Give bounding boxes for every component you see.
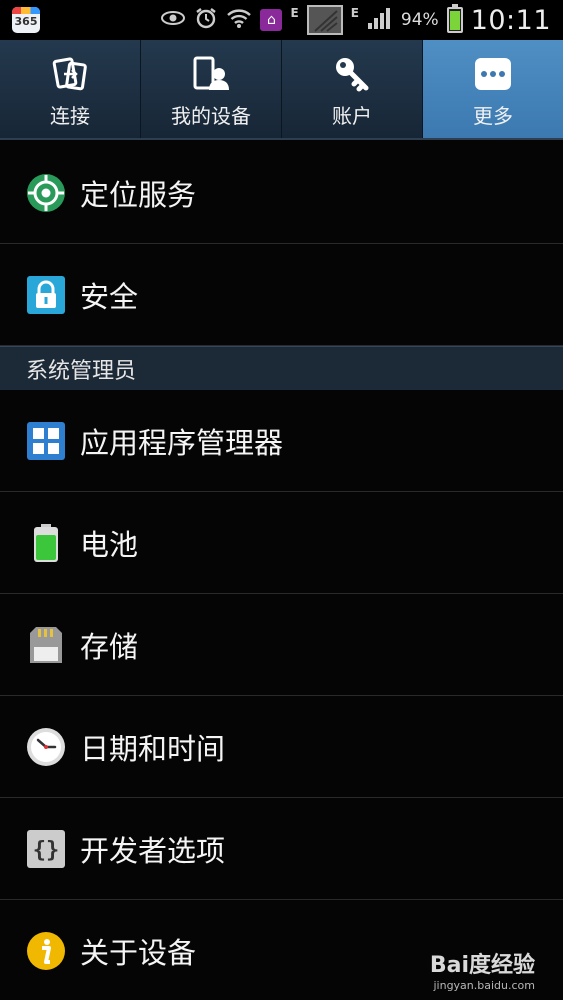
storage-label: 存储 bbox=[80, 629, 139, 664]
battery-percent: 94% bbox=[400, 10, 439, 30]
tab-account-label: 账户 bbox=[332, 104, 372, 128]
settings-tabs: 连接 我的设备 账户 更多 bbox=[0, 40, 563, 140]
clock-time: 10:11 bbox=[470, 4, 551, 36]
tab-more[interactable]: 更多 bbox=[423, 40, 563, 138]
settings-list: 定位服务 安全 系统管理员 应用程序管理器 电池 存储 日期和时间 {} 开发者… bbox=[0, 142, 563, 1000]
app-manager-label: 应用程序管理器 bbox=[80, 425, 284, 460]
developer-label: 开发者选项 bbox=[80, 833, 226, 868]
lock-icon bbox=[26, 275, 66, 315]
wifi-icon bbox=[226, 7, 252, 34]
signal-strength-icon bbox=[367, 6, 393, 35]
info-icon bbox=[26, 931, 66, 971]
app-grid-icon bbox=[26, 421, 66, 461]
list-item-location[interactable]: 定位服务 bbox=[0, 142, 563, 244]
key-icon bbox=[331, 54, 373, 94]
sd-card-icon bbox=[26, 625, 66, 665]
tab-my-device-label: 我的设备 bbox=[171, 104, 251, 128]
home-app-icon: ⌂ bbox=[260, 9, 283, 31]
device-icon bbox=[190, 54, 232, 94]
more-icon bbox=[472, 54, 514, 94]
about-label: 关于设备 bbox=[80, 936, 197, 970]
signal-box-icon bbox=[306, 5, 343, 35]
list-item-battery[interactable]: 电池 bbox=[0, 492, 563, 594]
braces-icon: {} bbox=[26, 829, 66, 869]
calendar-number: 365 bbox=[14, 15, 38, 28]
eye-icon bbox=[160, 8, 186, 33]
network-type-2: E bbox=[350, 6, 359, 20]
list-item-storage[interactable]: 存储 bbox=[0, 594, 563, 696]
battery-setting-icon bbox=[26, 523, 66, 563]
network-type: E bbox=[290, 6, 299, 20]
list-item-security[interactable]: 安全 bbox=[0, 244, 563, 346]
tab-my-device[interactable]: 我的设备 bbox=[141, 40, 282, 138]
alarm-icon bbox=[194, 6, 218, 35]
calendar-app-icon: 365 bbox=[12, 7, 40, 33]
section-admin-label: 系统管理员 bbox=[26, 358, 137, 384]
security-label: 安全 bbox=[80, 279, 139, 314]
baidu-watermark: Bai度经验 jingyan.baidu.com bbox=[430, 947, 535, 992]
svg-text:{}: {} bbox=[33, 838, 60, 863]
location-label: 定位服务 bbox=[80, 177, 197, 212]
watermark-brand: Bai度经验 bbox=[429, 953, 535, 978]
status-bar: 365 ⌂ E E 94% 10:11 bbox=[0, 0, 563, 40]
list-item-app-manager[interactable]: 应用程序管理器 bbox=[0, 390, 563, 492]
tab-account[interactable]: 账户 bbox=[282, 40, 423, 138]
watermark-url: jingyan.baidu.com bbox=[433, 979, 535, 992]
list-item-developer[interactable]: {} 开发者选项 bbox=[0, 798, 563, 900]
tab-more-label: 更多 bbox=[473, 104, 513, 128]
clock-icon bbox=[26, 727, 66, 767]
location-icon bbox=[26, 173, 66, 213]
battery-icon bbox=[446, 4, 463, 33]
tab-connect-label: 连接 bbox=[50, 104, 90, 128]
list-item-datetime[interactable]: 日期和时间 bbox=[0, 696, 563, 798]
connect-icon bbox=[49, 54, 91, 94]
datetime-label: 日期和时间 bbox=[80, 731, 226, 766]
section-header-admin: 系统管理员 bbox=[0, 346, 563, 390]
tab-connect[interactable]: 连接 bbox=[0, 40, 141, 138]
battery-label: 电池 bbox=[80, 527, 139, 562]
